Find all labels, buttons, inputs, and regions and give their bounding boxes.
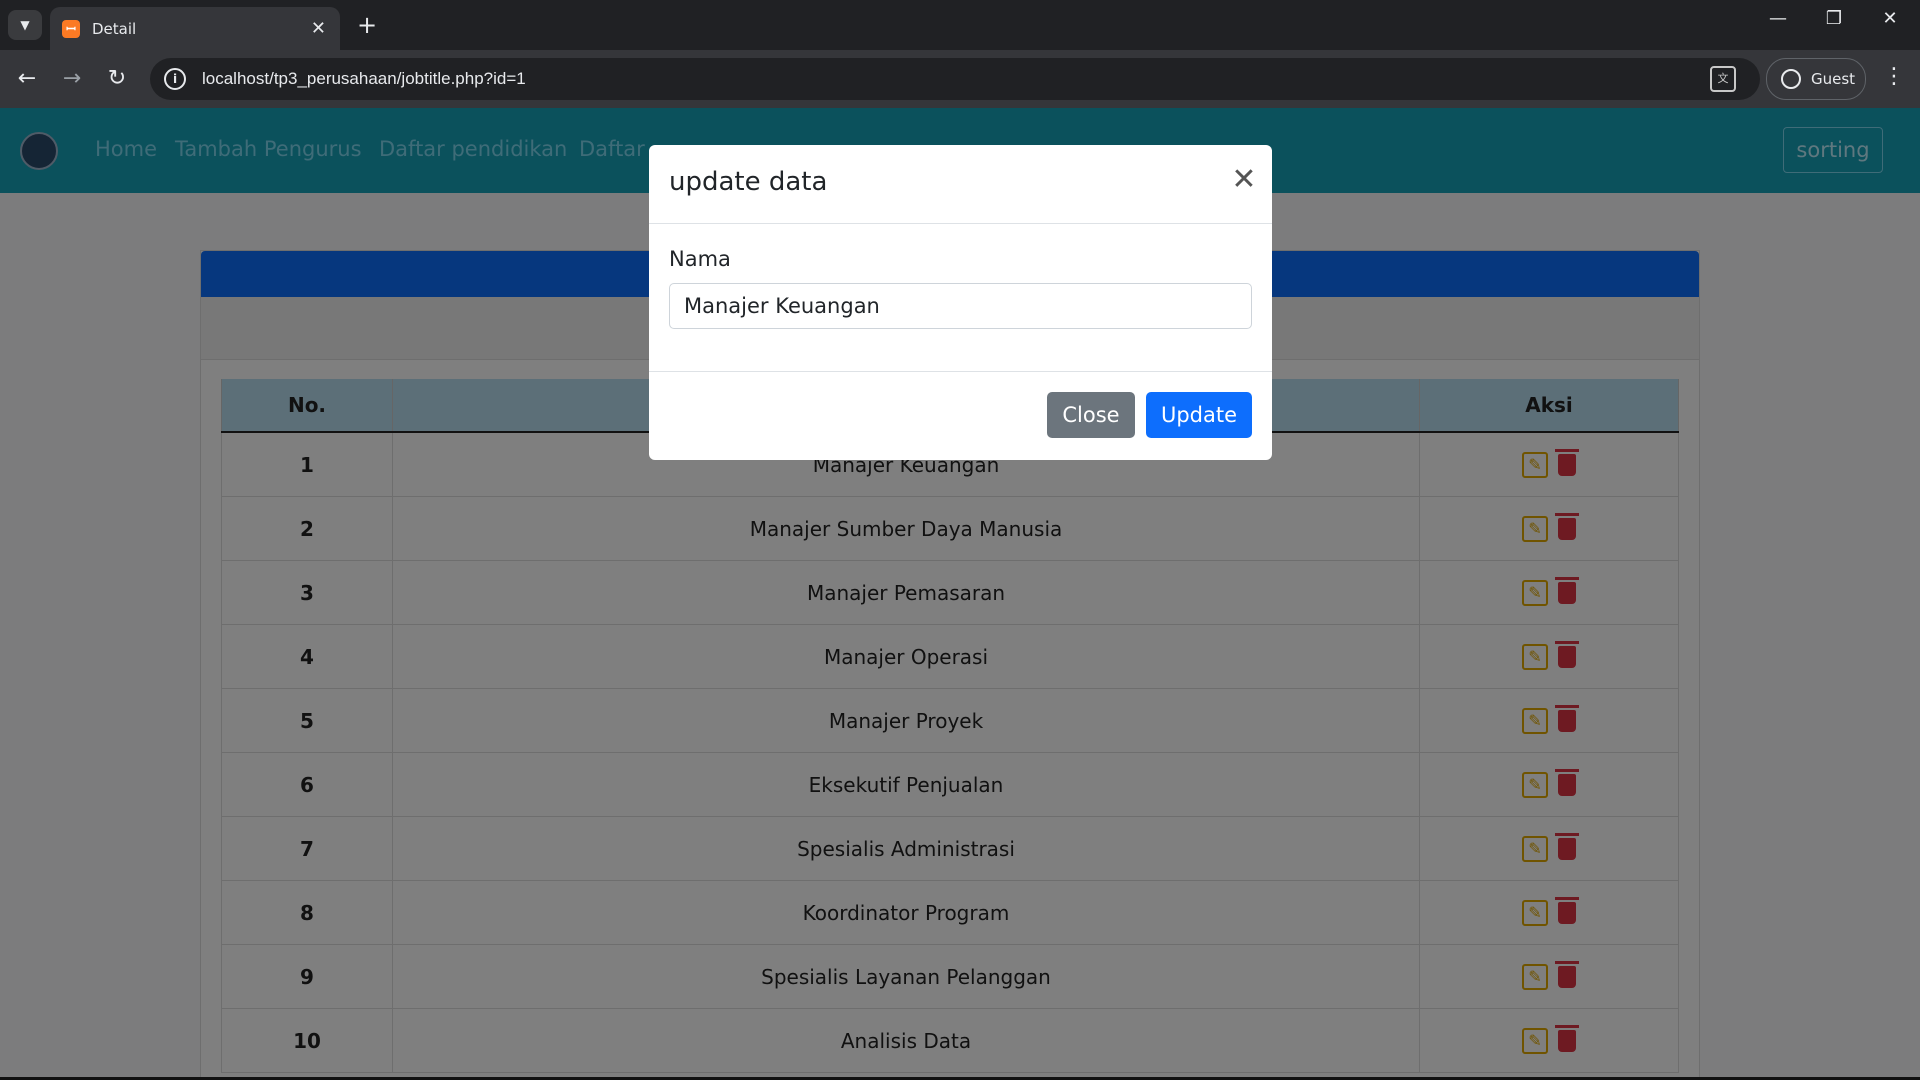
profile-label: Guest — [1811, 70, 1856, 88]
browser-tab-bar: ▼ ꟷ Detail ✕ + — ❐ ✕ — [0, 0, 1920, 50]
divider — [649, 371, 1272, 372]
modal-close-icon[interactable]: ✕ — [1229, 165, 1259, 195]
close-button[interactable]: Close — [1047, 392, 1135, 438]
xampp-favicon-icon: ꟷ — [62, 19, 80, 38]
divider — [649, 223, 1272, 224]
forward-arrow-icon[interactable]: → — [57, 64, 87, 94]
profile-button[interactable]: Guest — [1766, 58, 1866, 100]
minimize-icon[interactable]: — — [1758, 8, 1798, 29]
address-bar[interactable]: i localhost/tp3_perusahaan/jobtitle.php?… — [150, 58, 1760, 100]
nama-label: Nama — [669, 247, 731, 271]
tab-title: Detail — [92, 19, 137, 38]
chevron-down-icon: ▼ — [20, 18, 30, 32]
close-tab-icon[interactable]: ✕ — [311, 18, 326, 39]
tab-search-button[interactable]: ▼ — [8, 10, 42, 40]
modal-title: update data — [669, 167, 828, 197]
back-arrow-icon[interactable]: ← — [12, 64, 42, 94]
new-tab-button[interactable]: + — [352, 10, 382, 40]
more-options-icon[interactable]: ⋮ — [1882, 64, 1906, 89]
url-text[interactable]: localhost/tp3_perusahaan/jobtitle.php?id… — [202, 69, 1710, 89]
restore-icon[interactable]: ❐ — [1814, 8, 1854, 29]
close-window-icon[interactable]: ✕ — [1870, 8, 1910, 29]
update-button[interactable]: Update — [1146, 392, 1252, 438]
translate-icon[interactable]: 文 — [1710, 66, 1736, 92]
profile-icon — [1781, 69, 1801, 89]
site-info-icon[interactable]: i — [164, 68, 186, 90]
browser-toolbar: ← → ↻ i localhost/tp3_perusahaan/jobtitl… — [0, 50, 1920, 108]
reload-icon[interactable]: ↻ — [102, 64, 132, 94]
browser-tab[interactable]: ꟷ Detail ✕ — [50, 7, 340, 50]
update-modal: update data ✕ Nama Close Update — [649, 145, 1272, 460]
nama-input[interactable] — [669, 283, 1252, 329]
